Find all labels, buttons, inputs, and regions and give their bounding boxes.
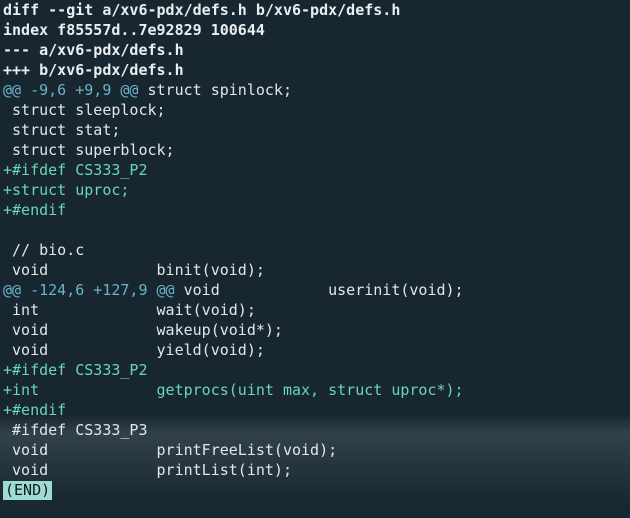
diff-context-line: // bio.c: [3, 241, 85, 259]
diff-added-line: +struct uproc;: [3, 181, 130, 199]
diff-added-line: +#ifdef CS333_P2: [3, 161, 148, 179]
hunk-context-1: struct spinlock;: [138, 81, 292, 99]
pager-end-indicator: (END): [3, 481, 53, 500]
diff-context-line: void binit(void);: [3, 261, 265, 279]
diff-context-line: void yield(void);: [3, 341, 265, 359]
diff-context-line: #ifdef CS333_P3: [3, 421, 148, 439]
hunk-body-2: int wait(void); void wakeup(void*); void…: [0, 300, 630, 480]
diff-added-line: +int getprocs(uint max, struct uproc*);: [3, 381, 464, 399]
diff-context-line: struct superblock;: [3, 141, 175, 159]
diff-context-line: void printList(int);: [3, 461, 292, 479]
diff-context-line: struct stat;: [3, 121, 121, 139]
pager-status-line: (END): [0, 480, 630, 500]
new-file-line: +++ b/xv6-pdx/defs.h: [3, 61, 184, 79]
diff-context-line: void wakeup(void*);: [3, 321, 283, 339]
hunk-header-1: @@ -9,6 +9,9 @@ struct spinlock;: [0, 80, 630, 100]
diff-context-line: [0, 220, 630, 240]
diff-context-line: void printFreeList(void);: [3, 441, 338, 459]
terminal-window[interactable]: diff --git a/xv6-pdx/defs.h b/xv6-pdx/de…: [0, 0, 630, 518]
hunk-body-1: struct sleeplock; struct stat; struct su…: [0, 100, 630, 280]
old-file-line: --- a/xv6-pdx/defs.h: [3, 41, 184, 59]
hunk-range-1: @@ -9,6 +9,9 @@: [3, 81, 139, 99]
hunk-context-2: void userinit(void);: [174, 281, 464, 299]
diff-context-line: struct sleeplock;: [3, 101, 166, 119]
hunk-range-2: @@ -124,6 +127,9 @@: [3, 281, 175, 299]
diff-added-line: +#ifdef CS333_P2: [3, 361, 148, 379]
diff-context-line: int wait(void);: [3, 301, 256, 319]
hunk-header-2: @@ -124,6 +127,9 @@ void userinit(void);: [0, 280, 630, 300]
index-line: index f85557d..7e92829 100644: [3, 21, 265, 39]
diff-added-line: +#endif: [3, 401, 67, 419]
diff-header-line: diff --git a/xv6-pdx/defs.h b/xv6-pdx/de…: [3, 1, 401, 19]
diff-added-line: +#endif: [3, 201, 67, 219]
